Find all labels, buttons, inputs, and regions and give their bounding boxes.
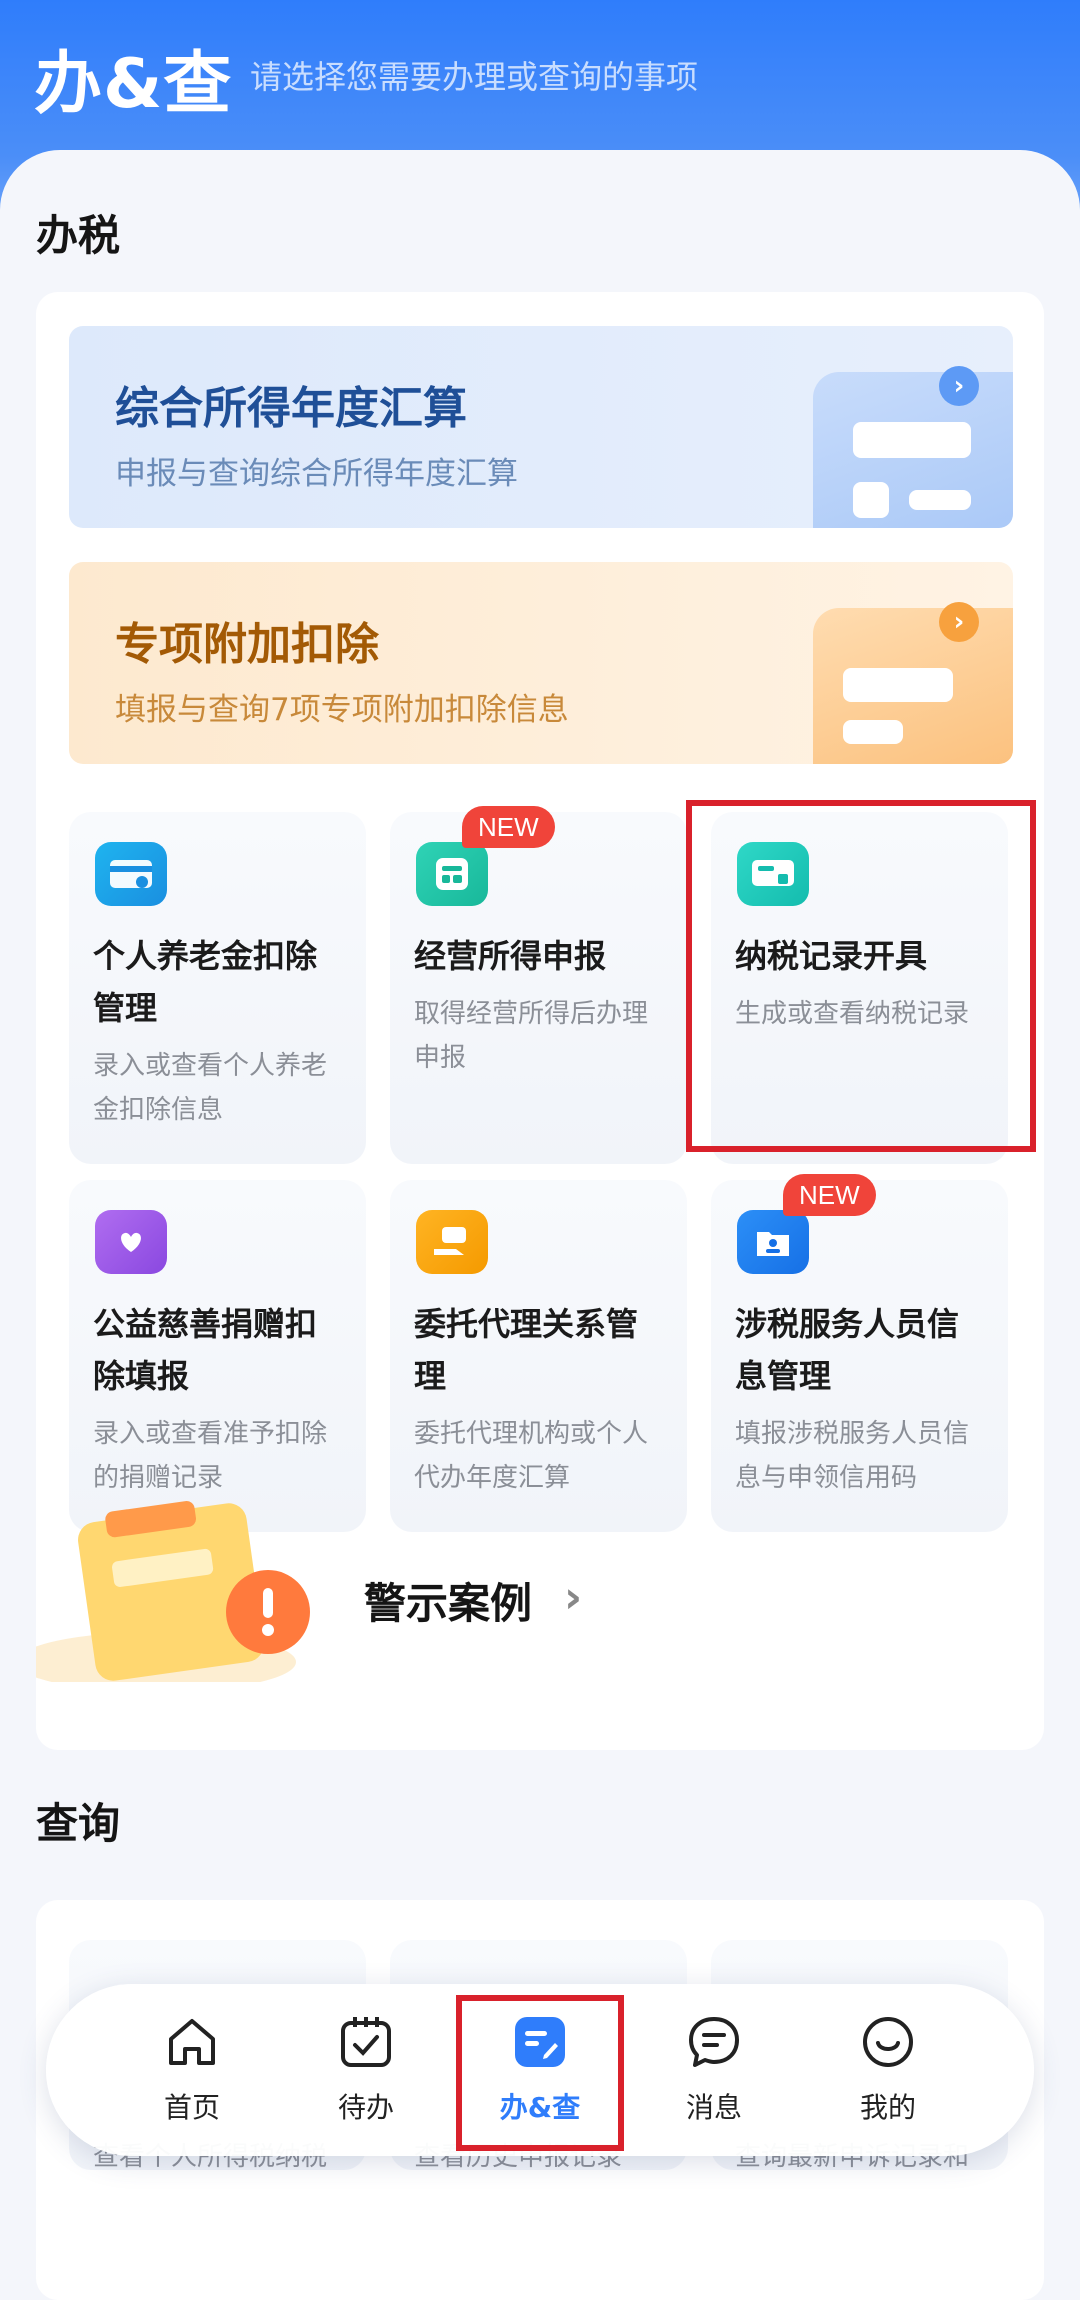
- tax-service-staff-icon: [737, 1210, 809, 1274]
- annual-settlement-banner[interactable]: 综合所得年度汇算 申报与查询综合所得年度汇算 ›: [69, 326, 1013, 528]
- chevron-right-icon: ›: [564, 1572, 583, 1623]
- tile-description: 录入或查看个人养老金扣除信息: [93, 1051, 328, 1125]
- tile-title: 公益慈善捐赠扣除填报: [93, 1305, 318, 1395]
- tile-description: 录入或查看准予扣除的捐赠记录: [93, 1419, 328, 1493]
- warning-cases-entry[interactable]: 警示案例 ›: [36, 1501, 1044, 1682]
- tile-title: 经营所得申报: [414, 937, 607, 975]
- special-deduction-banner[interactable]: 专项附加扣除 填报与查询7项专项附加扣除信息 ›: [69, 562, 1013, 764]
- banner-subtitle: 填报与查询7项专项附加扣除信息: [115, 692, 569, 728]
- new-badge: NEW: [462, 806, 555, 848]
- pension-card-icon: [95, 842, 167, 906]
- tile-business-income[interactable]: NEW 经营所得申报 取得经营所得后办理申报: [390, 806, 687, 1164]
- business-income-icon: [416, 842, 488, 906]
- main-content: 办税 综合所得年度汇算 申报与查询综合所得年度汇算 › 专项附加扣除 填报与查询…: [0, 150, 1080, 2300]
- nav-item-todo[interactable]: 待办: [306, 2012, 426, 2126]
- home-icon: [162, 2012, 222, 2072]
- clipboard-alert-icon: [36, 1501, 310, 1682]
- banner-subtitle: 申报与查询综合所得年度汇算: [115, 456, 518, 492]
- nav-label: 首页: [163, 2091, 220, 2124]
- new-badge: NEW: [783, 1174, 876, 1216]
- profile-smile-icon: [858, 2012, 918, 2072]
- tile-title: 涉税服务人员信息管理: [735, 1305, 960, 1395]
- warning-cases-label: 警示案例: [364, 1579, 533, 1628]
- message-icon: [684, 2012, 744, 2072]
- banner-title: 综合所得年度汇算: [115, 383, 467, 434]
- chevron-right-icon: ›: [939, 366, 979, 406]
- tile-description: 填报涉税服务人员信息与申领信用码: [735, 1419, 970, 1493]
- chevron-right-icon: ›: [939, 602, 979, 642]
- section-title-query: 查询: [36, 1799, 121, 1848]
- tile-agency-relation[interactable]: 委托代理关系管理 委托代理机构或个人代办年度汇算: [390, 1180, 687, 1532]
- tile-description: 取得经营所得后办理申报: [414, 999, 649, 1073]
- page-title: 办&查: [34, 45, 233, 124]
- nav-label: 消息: [685, 2091, 742, 2124]
- todo-calendar-icon: [336, 2012, 396, 2072]
- tile-description: 委托代理机构或个人代办年度汇算: [414, 1419, 649, 1493]
- calculator-illustration: [813, 372, 1013, 528]
- tile-title: 委托代理关系管理: [414, 1305, 639, 1395]
- charity-donation-icon: [95, 1210, 167, 1274]
- agency-delegate-icon: [416, 1210, 488, 1274]
- tile-pension-deduction[interactable]: 个人养老金扣除管理 录入或查看个人养老金扣除信息: [69, 812, 366, 1164]
- tile-tax-service-staff[interactable]: NEW 涉税服务人员信息管理 填报涉税服务人员信息与申领信用码: [711, 1174, 1008, 1532]
- tile-title: 个人养老金扣除管理: [93, 937, 318, 1027]
- tile-charity-donation[interactable]: 公益慈善捐赠扣除填报 录入或查看准予扣除的捐赠记录: [69, 1180, 366, 1532]
- nav-label: 我的: [859, 2091, 916, 2124]
- banner-title: 专项附加扣除: [115, 619, 379, 670]
- highlight-box-tax-record: [686, 800, 1036, 1152]
- page-subtitle: 请选择您需要办理或查询的事项: [250, 58, 699, 96]
- highlight-box-nav: [456, 1995, 624, 2151]
- section-title-tax: 办税: [36, 211, 121, 260]
- nav-item-profile[interactable]: 我的: [828, 2012, 948, 2126]
- form-illustration: [813, 608, 1013, 764]
- nav-item-messages[interactable]: 消息: [654, 2012, 774, 2126]
- nav-label: 待办: [337, 2091, 394, 2124]
- nav-item-home[interactable]: 首页: [132, 2012, 252, 2126]
